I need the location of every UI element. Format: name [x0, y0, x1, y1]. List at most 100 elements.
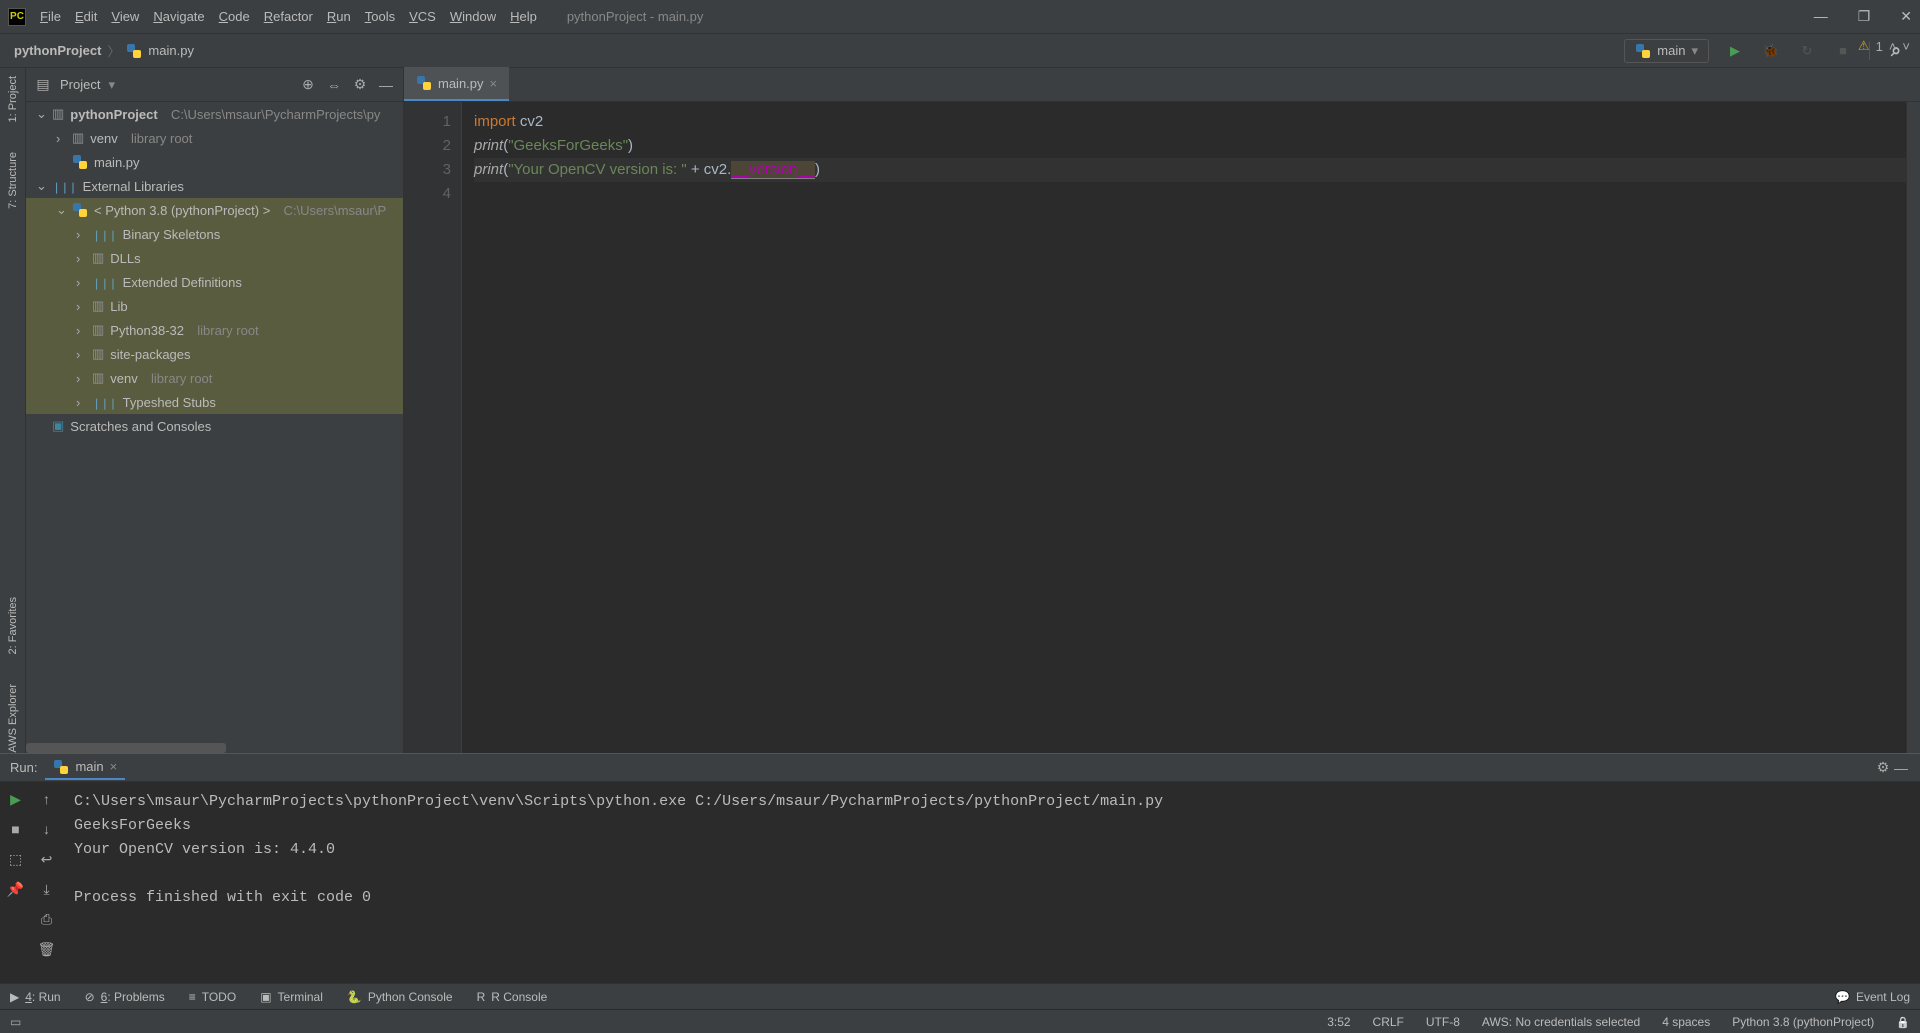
- hide-button[interactable]: —: [377, 76, 395, 94]
- status-line-separator[interactable]: CRLF: [1373, 1015, 1404, 1029]
- editor-tab-main[interactable]: main.py ×: [404, 67, 509, 101]
- bottom-tab----problems[interactable]: ⊘6: Problems: [85, 990, 165, 1004]
- rerun-button[interactable]: ▶: [7, 790, 25, 808]
- status-indent[interactable]: 4 spaces: [1662, 1015, 1710, 1029]
- tree-item[interactable]: Binary Skeletons: [26, 222, 403, 246]
- expand-arrow[interactable]: [76, 227, 86, 242]
- close-button[interactable]: ✕: [1900, 8, 1912, 25]
- expand-arrow[interactable]: [76, 395, 86, 410]
- status-encoding[interactable]: UTF-8: [1426, 1015, 1460, 1029]
- line-number-gutter[interactable]: 1234: [404, 102, 462, 753]
- menu-navigate[interactable]: Navigate: [153, 9, 204, 24]
- tree-item[interactable]: ▣Scratches and Consoles: [26, 414, 403, 438]
- menu-refactor[interactable]: Refactor: [264, 9, 313, 24]
- status-aws[interactable]: AWS: No credentials selected: [1482, 1015, 1640, 1029]
- tree-item[interactable]: Lib: [26, 294, 403, 318]
- expand-arrow[interactable]: [56, 202, 66, 218]
- menu-edit[interactable]: Edit: [75, 9, 97, 24]
- expand-arrow[interactable]: [76, 371, 86, 386]
- pin-tab-button[interactable]: 📌: [7, 880, 25, 898]
- console-output[interactable]: C:\Users\msaur\PycharmProjects\pythonPro…: [62, 782, 1920, 983]
- soft-wrap-button[interactable]: ↩: [38, 850, 56, 868]
- coverage-button[interactable]: ↻: [1797, 41, 1817, 61]
- tree-item[interactable]: venv library root: [26, 126, 403, 150]
- tool-window----favorites[interactable]: 2: Favorites: [7, 597, 19, 654]
- bottom-tab-terminal[interactable]: ▣Terminal: [260, 990, 323, 1004]
- tree-item[interactable]: < Python 3.8 (pythonProject) > C:\Users\…: [26, 198, 403, 222]
- breadcrumb-project[interactable]: pythonProject: [14, 43, 101, 58]
- print-button[interactable]: ⎙: [38, 910, 56, 928]
- python-file-icon: [72, 154, 88, 170]
- bottom-tab----run[interactable]: ▶4: Run: [10, 990, 61, 1004]
- close-run-tab-icon[interactable]: ×: [110, 759, 118, 774]
- menu-tools[interactable]: Tools: [365, 9, 395, 24]
- project-tree[interactable]: pythonProject C:\Users\msaur\PycharmProj…: [26, 102, 403, 753]
- stop-run-button[interactable]: ■: [7, 820, 25, 838]
- run-button[interactable]: [1725, 41, 1745, 61]
- code-content[interactable]: import cv2print("GeeksForGeeks")print("Y…: [462, 102, 1906, 753]
- readonly-toggle-icon[interactable]: [1896, 1015, 1910, 1029]
- scroll-to-end-button[interactable]: ⤓: [38, 880, 56, 898]
- menu-window[interactable]: Window: [450, 9, 496, 24]
- code-editor[interactable]: 1234 import cv2print("GeeksForGeeks")pri…: [404, 102, 1920, 753]
- menu-code[interactable]: Code: [219, 9, 250, 24]
- status-interpreter[interactable]: Python 3.8 (pythonProject): [1732, 1015, 1874, 1029]
- tree-item[interactable]: pythonProject C:\Users\msaur\PycharmProj…: [26, 102, 403, 126]
- inspection-widget[interactable]: ⚠ 1 ˄ ˅: [1858, 38, 1910, 54]
- up-stack-button[interactable]: ↑: [38, 790, 56, 808]
- expand-arrow[interactable]: [76, 251, 86, 266]
- minimize-button[interactable]: —: [1814, 8, 1828, 25]
- run-tab-main[interactable]: main ×: [45, 756, 125, 780]
- run-settings-icon[interactable]: ⚙: [1874, 759, 1892, 777]
- tool-window-aws-explorer[interactable]: AWS Explorer: [7, 684, 19, 753]
- menu-run[interactable]: Run: [327, 9, 351, 24]
- tool-window----project[interactable]: 1: Project: [7, 76, 19, 122]
- tree-item[interactable]: venv library root: [26, 366, 403, 390]
- select-opened-file-icon[interactable]: ⊕: [299, 76, 317, 94]
- tree-item[interactable]: External Libraries: [26, 174, 403, 198]
- next-highlight-icon[interactable]: ˅: [1902, 39, 1910, 54]
- stop-button[interactable]: ■: [1833, 41, 1853, 61]
- bottom-tab-python-console[interactable]: 🐍Python Console: [347, 990, 453, 1004]
- run-configuration-selector[interactable]: main ▾: [1624, 39, 1709, 63]
- expand-arrow[interactable]: [76, 275, 86, 290]
- editor-tab-label: main.py: [438, 76, 484, 91]
- expand-arrow[interactable]: [36, 106, 46, 122]
- menu-vcs[interactable]: VCS: [409, 9, 436, 24]
- tool-windows-quick-access[interactable]: [10, 1015, 21, 1029]
- menu-view[interactable]: View: [111, 9, 139, 24]
- tree-item[interactable]: site-packages: [26, 342, 403, 366]
- tree-item[interactable]: Python38-32 library root: [26, 318, 403, 342]
- maximize-button[interactable]: ❐: [1858, 8, 1871, 25]
- expand-arrow[interactable]: [76, 323, 86, 338]
- menu-help[interactable]: Help: [510, 9, 537, 24]
- menu-file[interactable]: File: [40, 9, 61, 24]
- error-stripe[interactable]: [1906, 102, 1920, 753]
- expand-all-icon[interactable]: ⇔: [325, 76, 343, 94]
- debug-button[interactable]: [1761, 41, 1781, 61]
- expand-arrow[interactable]: [36, 178, 46, 194]
- bottom-tab-r-console[interactable]: RR Console: [477, 990, 548, 1004]
- clear-all-button[interactable]: 🗑: [38, 940, 56, 958]
- settings-icon[interactable]: ⚙: [351, 76, 369, 94]
- tree-item[interactable]: main.py: [26, 150, 403, 174]
- close-tab-icon[interactable]: ×: [490, 76, 498, 91]
- bottom-tab-todo[interactable]: ≡TODO: [189, 990, 236, 1004]
- breadcrumb-file[interactable]: main.py: [148, 43, 194, 58]
- expand-arrow[interactable]: [76, 299, 86, 314]
- down-stack-button[interactable]: ↓: [38, 820, 56, 838]
- tree-item[interactable]: Typeshed Stubs: [26, 390, 403, 414]
- prev-highlight-icon[interactable]: ˄: [1889, 39, 1897, 54]
- tree-item[interactable]: Extended Definitions: [26, 270, 403, 294]
- project-view-label[interactable]: Project: [60, 77, 100, 92]
- status-position[interactable]: 3:52: [1327, 1015, 1350, 1029]
- expand-arrow[interactable]: [76, 347, 86, 362]
- event-log-button[interactable]: 💬 Event Log: [1835, 990, 1910, 1004]
- hide-run-panel-icon[interactable]: —: [1892, 759, 1910, 777]
- project-view-dropdown[interactable]: ▾: [108, 77, 115, 93]
- expand-arrow[interactable]: [56, 131, 66, 146]
- tree-item[interactable]: DLLs: [26, 246, 403, 270]
- horizontal-scrollbar[interactable]: [26, 743, 226, 753]
- layout-button[interactable]: ⬚: [7, 850, 25, 868]
- tool-window----structure[interactable]: 7: Structure: [7, 152, 19, 209]
